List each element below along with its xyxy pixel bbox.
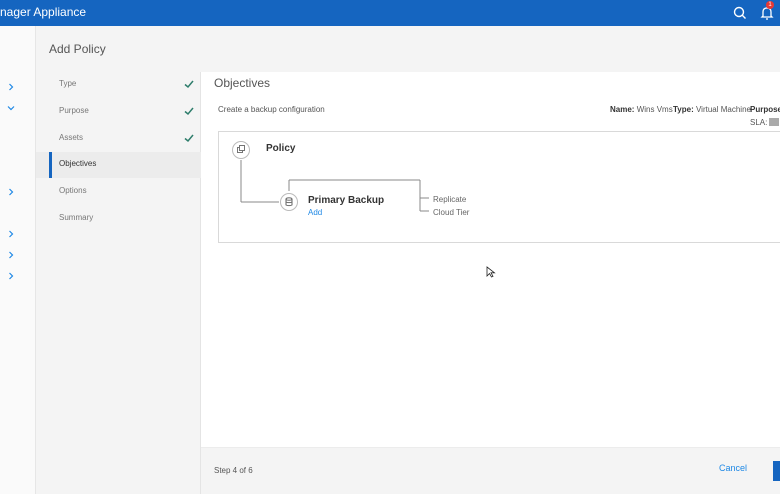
policy-node-label: Policy (266, 143, 296, 154)
next-button[interactable] (773, 461, 780, 481)
step-summary[interactable]: Summary (36, 206, 201, 232)
objectives-panel: Objectives Create a backup configuration… (201, 72, 780, 447)
checkmark-icon (184, 107, 194, 116)
sla-label: SLA: (750, 118, 768, 127)
wizard-steps: Type Purpose Assets Objectives Options S… (36, 72, 201, 494)
cloud-tier-option[interactable]: Cloud Tier (433, 208, 469, 217)
section-title: Objectives (214, 76, 271, 90)
replicate-option[interactable]: Replicate (433, 195, 466, 204)
wizard-footer: Step 4 of 6 Cancel (201, 447, 780, 494)
meta-purpose-key: Purpose: (750, 105, 780, 114)
active-step-indicator (49, 152, 52, 178)
policy-tree-connectors (240, 160, 429, 212)
add-backup-link[interactable]: Add (308, 208, 322, 217)
search-icon[interactable] (731, 4, 749, 22)
chevron-right-icon[interactable] (7, 272, 15, 280)
step-label: Objectives (59, 159, 97, 168)
mouse-cursor-icon (486, 266, 496, 278)
chevron-right-icon[interactable] (7, 83, 15, 91)
left-nav-rail (0, 26, 36, 494)
meta-type-key: Type: (673, 105, 694, 114)
page-title: Add Policy (49, 42, 106, 56)
step-counter: Step 4 of 6 (214, 466, 253, 475)
checkmark-icon (184, 134, 194, 143)
step-objectives[interactable]: Objectives (36, 152, 201, 178)
step-label: Type (59, 79, 77, 88)
meta-purpose: Purpose: (750, 105, 780, 114)
step-purpose[interactable]: Purpose (36, 99, 201, 125)
database-icon (280, 193, 298, 211)
notification-badge: 1 (766, 1, 774, 9)
meta-name-value: Wins Vms (636, 105, 673, 114)
step-type[interactable]: Type (36, 72, 201, 98)
step-label: Purpose (59, 106, 89, 115)
chevron-down-icon[interactable] (7, 104, 15, 112)
chevron-right-icon[interactable] (7, 230, 15, 238)
policy-tree-box: Policy Primary Backup Add Replicate Clou… (218, 131, 780, 243)
chevron-right-icon[interactable] (7, 188, 15, 196)
checkmark-icon (184, 80, 194, 89)
cancel-button[interactable]: Cancel (719, 463, 747, 473)
step-label: Options (59, 186, 87, 195)
step-assets[interactable]: Assets (36, 126, 201, 152)
primary-backup-label: Primary Backup (308, 195, 385, 206)
app-title: nager Appliance (0, 5, 87, 19)
copy-icon (232, 141, 250, 159)
meta-name: Name: Wins Vms (610, 105, 673, 114)
step-label: Assets (59, 133, 84, 142)
meta-name-key: Name: (610, 105, 635, 114)
list-icon[interactable] (768, 118, 780, 126)
meta-type: Type: Virtual Machine (673, 105, 751, 114)
chevron-right-icon[interactable] (7, 251, 15, 259)
step-options[interactable]: Options (36, 179, 201, 205)
section-subtitle: Create a backup configuration (218, 105, 325, 114)
meta-type-value: Virtual Machine (695, 105, 751, 114)
page-header: Add Policy (36, 26, 780, 72)
top-bar: nager Appliance 1 (0, 0, 780, 26)
step-label: Summary (59, 213, 94, 222)
